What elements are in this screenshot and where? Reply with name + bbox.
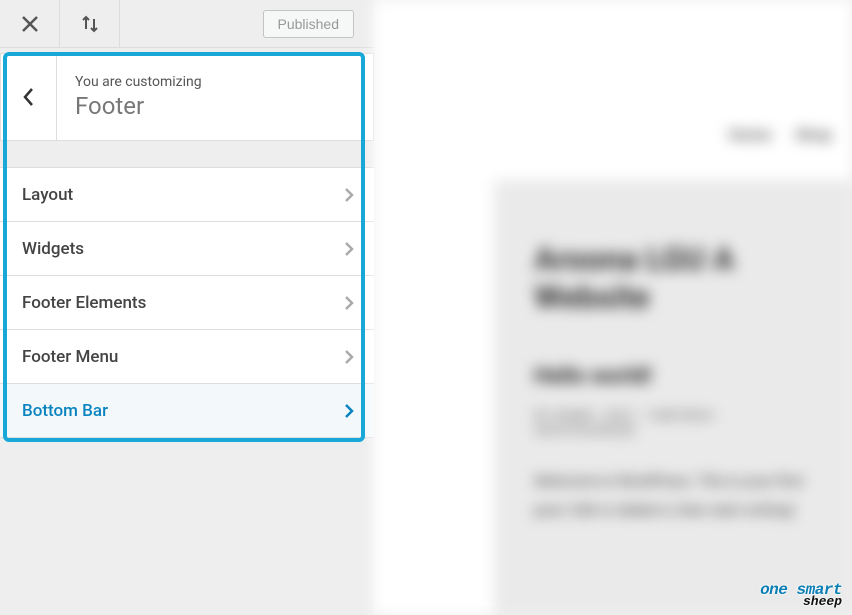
customizer-sidebar: You are customizing Footer Layout Widget… [0, 48, 374, 615]
devices-button[interactable] [60, 0, 120, 47]
menu-list: Layout Widgets Footer Elements Footer Me… [0, 167, 374, 438]
menu-item-label: Layout [22, 185, 73, 205]
chevron-left-icon [22, 86, 36, 108]
chevron-right-icon [344, 187, 354, 203]
menu-item-footer-menu[interactable]: Footer Menu [0, 330, 374, 384]
post-title: Hello world! [534, 364, 812, 389]
menu-item-label: Footer Elements [22, 293, 146, 313]
chevron-right-icon [344, 295, 354, 311]
menu-item-footer-elements[interactable]: Footer Elements [0, 276, 374, 330]
menu-item-label: Bottom Bar [22, 401, 108, 421]
menu-item-widgets[interactable]: Widgets [0, 222, 374, 276]
post-body: Welcome to WordPress. This is your first… [534, 467, 812, 524]
post-meta: BY ADMIN · 2023 · 1 MIN READ · UNCATEGOR… [534, 409, 812, 439]
menu-item-label: Footer Menu [22, 347, 118, 367]
chevron-right-icon [344, 349, 354, 365]
chevron-right-icon [344, 241, 354, 257]
back-button[interactable] [1, 54, 57, 140]
up-down-arrows-icon [81, 15, 99, 33]
menu-item-layout[interactable]: Layout [0, 168, 374, 222]
menu-item-bottom-bar[interactable]: Bottom Bar [0, 384, 374, 438]
chevron-right-icon [344, 403, 354, 419]
panel-title: Footer [75, 92, 202, 120]
preview-nav: Home Shop [728, 125, 832, 144]
panel-titles: You are customizing Footer [57, 74, 202, 120]
close-icon [21, 15, 39, 33]
top-bar: Published [0, 0, 374, 48]
close-button[interactable] [0, 0, 60, 47]
nav-link: Shop [795, 125, 832, 144]
menu-item-label: Widgets [22, 239, 84, 259]
panel-header: You are customizing Footer [0, 53, 374, 141]
watermark: one smart sheep [760, 581, 842, 609]
nav-link: Home [728, 125, 771, 144]
preview-pane: Home Shop Aroona LGU A Website Hello wor… [374, 0, 852, 615]
panel-subtitle: You are customizing [75, 74, 202, 90]
publish-status-button[interactable]: Published [263, 10, 355, 38]
site-title: Aroona LGU A Website [534, 240, 812, 316]
preview-content: Aroona LGU A Website Hello world! BY ADM… [494, 180, 852, 615]
